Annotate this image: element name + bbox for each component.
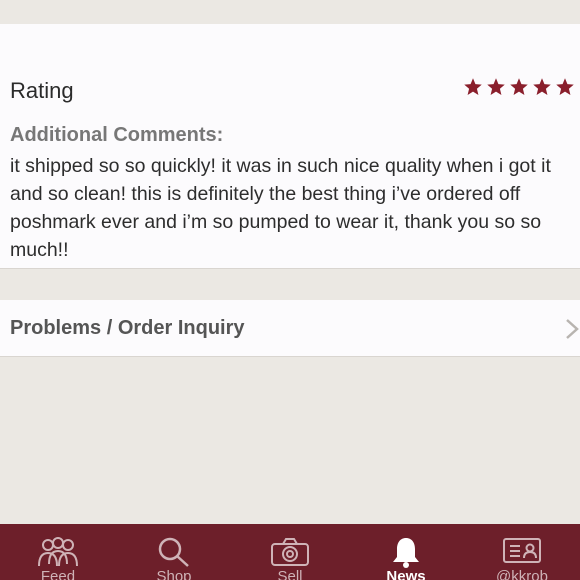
tab-sell[interactable]: Sell bbox=[232, 524, 348, 580]
rating-title: Rating bbox=[10, 78, 74, 103]
star-icon bbox=[487, 78, 505, 95]
tab-news[interactable]: News bbox=[348, 524, 464, 580]
camera-icon bbox=[271, 538, 309, 566]
star-icon bbox=[464, 78, 482, 95]
tab-label: Shop bbox=[156, 568, 192, 580]
chevron-right-icon bbox=[566, 319, 579, 339]
profile-card-icon bbox=[503, 538, 541, 563]
tab-label: News bbox=[386, 568, 426, 580]
people-icon bbox=[38, 537, 78, 566]
tab-bar: Feed Shop Sell News @kkrob bbox=[0, 524, 580, 580]
star-icon bbox=[510, 78, 528, 95]
tab-profile[interactable]: @kkrob bbox=[464, 524, 580, 580]
tab-feed[interactable]: Feed bbox=[0, 524, 116, 580]
problems-label: Problems / Order Inquiry bbox=[10, 317, 245, 339]
comment-text: it shipped so so quickly! it was in such… bbox=[10, 155, 551, 261]
problems-order-inquiry-row[interactable]: Problems / Order Inquiry bbox=[0, 300, 580, 357]
tab-label: Feed bbox=[40, 568, 76, 580]
search-icon bbox=[158, 537, 189, 567]
star-icon bbox=[556, 78, 574, 95]
star-icon bbox=[533, 78, 551, 95]
tab-shop[interactable]: Shop bbox=[116, 524, 232, 580]
comments-label: Additional Comments: bbox=[10, 124, 224, 146]
tab-label: @kkrob bbox=[496, 568, 548, 580]
star-rating bbox=[463, 77, 575, 97]
rating-card: Rating Additional Comments: it shipped s… bbox=[0, 24, 580, 269]
screen: Rating Additional Comments: it shipped s… bbox=[0, 0, 580, 580]
bell-icon bbox=[393, 538, 419, 568]
tab-label: Sell bbox=[277, 568, 303, 580]
